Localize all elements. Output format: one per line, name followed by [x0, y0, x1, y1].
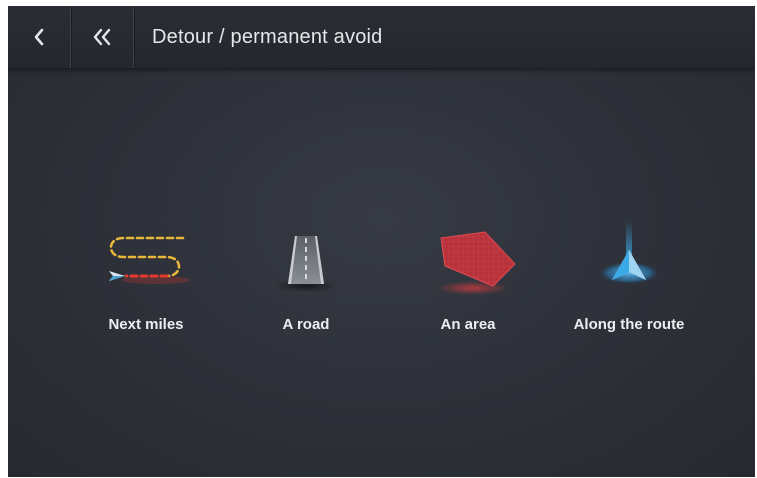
- winding-route-icon: [109, 236, 190, 284]
- road-icon: [274, 236, 338, 292]
- double-chevron-left-icon: [93, 28, 111, 46]
- home-button[interactable]: [71, 6, 133, 68]
- area-polygon-icon: [437, 231, 516, 295]
- option-label: An area: [440, 316, 496, 333]
- chevron-left-icon: [34, 28, 44, 46]
- option-label: A road: [282, 316, 330, 333]
- back-button[interactable]: [8, 6, 70, 68]
- option-next-miles[interactable]: Next miles: [71, 216, 221, 346]
- navigation-arrow-icon: [599, 220, 659, 284]
- header-bar: Detour / permanent avoid: [8, 6, 755, 69]
- page-title: Detour / permanent avoid: [152, 26, 383, 48]
- header-divider: [133, 6, 134, 68]
- option-an-area[interactable]: An area: [393, 216, 543, 346]
- screen: Detour / permanent avoid Next miles A ro…: [8, 6, 755, 477]
- option-label: Next miles: [108, 316, 184, 333]
- option-label: Along the route: [573, 316, 685, 333]
- option-along-the-route[interactable]: Along the route: [554, 216, 704, 346]
- option-a-road[interactable]: A road: [231, 216, 381, 346]
